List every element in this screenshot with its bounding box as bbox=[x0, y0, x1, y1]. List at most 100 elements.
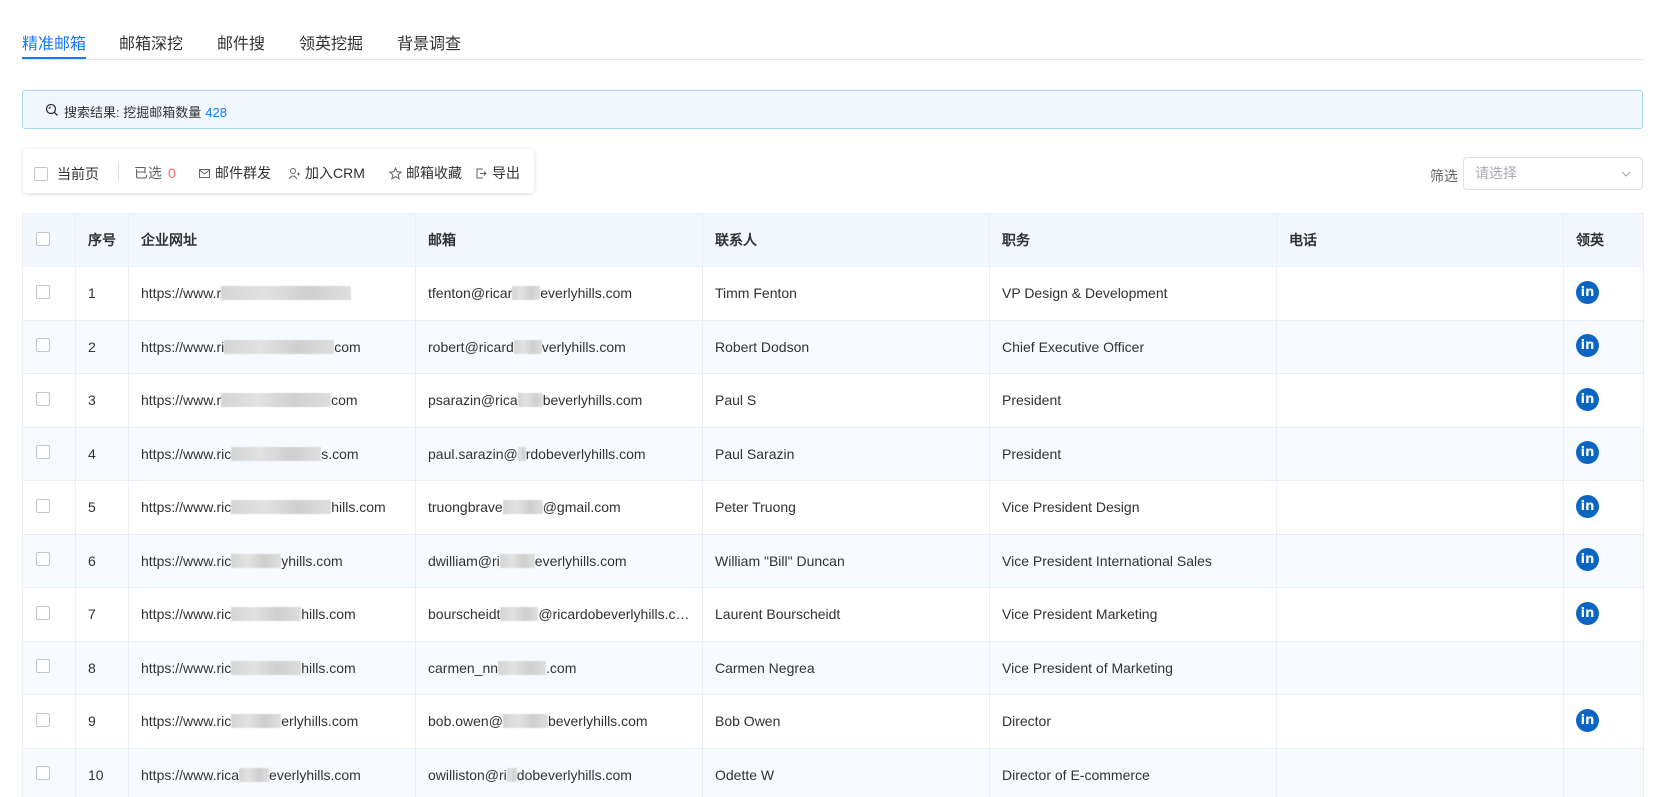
current-page-checkbox[interactable] bbox=[34, 167, 48, 181]
row-website[interactable]: https://www.r bbox=[128, 266, 416, 321]
row-email[interactable]: bob.owen@ beverlyhills.com bbox=[415, 694, 703, 749]
row-select[interactable] bbox=[22, 319, 76, 374]
filter-input[interactable] bbox=[1475, 165, 1615, 181]
row-linkedin[interactable]: in bbox=[1563, 694, 1644, 749]
row-select[interactable] bbox=[22, 533, 76, 588]
tab-linkedin-mining[interactable]: 领英挖掘 bbox=[299, 30, 363, 54]
linkedin-icon[interactable]: in bbox=[1576, 387, 1599, 411]
tab-email-deep-dig[interactable]: 邮箱深挖 bbox=[119, 30, 183, 54]
row-email[interactable]: dwilliam@ri everlyhills.com bbox=[415, 533, 703, 588]
row-index: 1 bbox=[75, 266, 129, 321]
row-website[interactable]: https://www.ric s.com bbox=[128, 426, 416, 481]
row-linkedin[interactable]: in bbox=[1563, 480, 1644, 535]
row-website[interactable]: https://www.ri com bbox=[128, 319, 416, 374]
row-select[interactable] bbox=[22, 640, 76, 695]
tab-mail-search[interactable]: 邮件搜 bbox=[217, 30, 265, 54]
email-results-table: 序号 企业网址 邮箱 联系人 职务 电话 领英 1 https://www.r tf… bbox=[22, 213, 1644, 797]
row-email[interactable]: psarazin@rica beverlyhills.com bbox=[415, 373, 703, 428]
mass-mail-button[interactable]: 邮件群发 bbox=[198, 163, 271, 183]
redacted-blur bbox=[517, 446, 526, 461]
row-select[interactable] bbox=[22, 480, 76, 535]
row-checkbox[interactable] bbox=[36, 605, 50, 620]
table-row[interactable]: 4 https://www.ric s.com paul.sarazin@ rdobev… bbox=[22, 426, 1644, 481]
row-linkedin[interactable]: in bbox=[1563, 587, 1644, 642]
row-contact: Timm Fenton bbox=[702, 266, 990, 321]
redacted-blur bbox=[231, 660, 302, 675]
redacted-blur bbox=[231, 607, 302, 622]
table-row[interactable]: 6 https://www.ric yhills.com dwilliam@ri eve… bbox=[22, 533, 1644, 588]
row-email[interactable]: tfenton@ricar everlyhills.com bbox=[415, 266, 703, 321]
table-row[interactable]: 8 https://www.ric hills.com carmen_nn .com Ca… bbox=[22, 640, 1644, 695]
row-checkbox[interactable] bbox=[36, 766, 50, 781]
row-email[interactable]: truongbrave @gmail.com bbox=[415, 480, 703, 535]
table-row[interactable]: 1 https://www.r tfenton@ricar everlyhills.c… bbox=[22, 266, 1644, 321]
row-website[interactable]: https://www.ric yhills.com bbox=[128, 533, 416, 588]
row-linkedin[interactable]: in bbox=[1563, 319, 1644, 374]
redacted-blur bbox=[498, 660, 547, 675]
favorite-email-button[interactable]: 邮箱收藏 bbox=[389, 163, 462, 183]
row-title: VP Design & Development bbox=[989, 266, 1277, 321]
linkedin-icon[interactable]: in bbox=[1576, 280, 1599, 304]
row-website[interactable]: https://www.ric hills.com bbox=[128, 480, 416, 535]
row-select[interactable] bbox=[22, 694, 76, 749]
table-row[interactable]: 9 https://www.ric erlyhills.com bob.owen@ be… bbox=[22, 694, 1644, 749]
row-website[interactable]: https://www.r com bbox=[128, 373, 416, 428]
row-email[interactable]: bourscheidt @ricardobeverlyhills.com bbox=[415, 587, 703, 642]
redacted-blur bbox=[231, 446, 322, 461]
row-select[interactable] bbox=[22, 587, 76, 642]
row-linkedin[interactable]: in bbox=[1563, 426, 1644, 481]
row-checkbox[interactable] bbox=[36, 498, 50, 513]
select-all-checkbox[interactable] bbox=[36, 231, 50, 246]
add-crm-button[interactable]: 加入CRM bbox=[288, 163, 365, 183]
row-select[interactable] bbox=[22, 373, 76, 428]
linkedin-icon[interactable]: in bbox=[1576, 441, 1599, 465]
row-checkbox[interactable] bbox=[36, 391, 50, 406]
row-contact: Paul Sarazin bbox=[702, 426, 990, 481]
tab-background-check[interactable]: 背景调查 bbox=[397, 30, 461, 54]
row-checkbox[interactable] bbox=[36, 712, 50, 727]
row-website[interactable]: https://www.ric hills.com bbox=[128, 640, 416, 695]
table-row[interactable]: 10 https://www.rica everlyhills.com owillis… bbox=[22, 747, 1644, 797]
row-website[interactable]: https://www.ric hills.com bbox=[128, 587, 416, 642]
header-linkedin: 领英 bbox=[1563, 213, 1644, 267]
row-select[interactable] bbox=[22, 747, 76, 797]
row-linkedin[interactable]: in bbox=[1563, 533, 1644, 588]
row-select[interactable] bbox=[22, 266, 76, 321]
linkedin-icon[interactable]: in bbox=[1576, 494, 1599, 518]
filter-select[interactable] bbox=[1463, 157, 1643, 190]
row-checkbox[interactable] bbox=[36, 659, 50, 674]
linkedin-icon[interactable]: in bbox=[1576, 548, 1599, 572]
row-email[interactable]: robert@ricard verlyhills.com bbox=[415, 319, 703, 374]
row-website[interactable]: https://www.ric erlyhills.com bbox=[128, 694, 416, 749]
tab-precise-email[interactable]: 精准邮箱 bbox=[22, 30, 86, 54]
row-linkedin[interactable]: in bbox=[1563, 373, 1644, 428]
row-linkedin[interactable]: in bbox=[1563, 266, 1644, 321]
row-checkbox[interactable] bbox=[36, 284, 50, 299]
row-website[interactable]: https://www.rica everlyhills.com bbox=[128, 747, 416, 797]
row-checkbox[interactable] bbox=[36, 445, 50, 460]
linkedin-icon[interactable]: in bbox=[1576, 334, 1599, 358]
row-email[interactable]: paul.sarazin@ rdobeverlyhills.com bbox=[415, 426, 703, 481]
select-current-page[interactable]: 当前页 bbox=[34, 164, 99, 184]
row-checkbox[interactable] bbox=[36, 338, 50, 353]
linkedin-icon[interactable]: in bbox=[1576, 708, 1599, 732]
chevron-down-icon bbox=[1621, 171, 1631, 177]
linkedin-icon[interactable]: in bbox=[1576, 601, 1599, 625]
header-title: 职务 bbox=[989, 213, 1277, 267]
row-checkbox[interactable] bbox=[36, 552, 50, 567]
row-email[interactable]: carmen_nn .com bbox=[415, 640, 703, 695]
header-website: 企业网址 bbox=[128, 213, 416, 267]
header-select-all[interactable] bbox=[22, 213, 76, 267]
website-visible-start: https://www.rica bbox=[141, 766, 240, 783]
export-button[interactable]: 导出 bbox=[475, 163, 520, 183]
table-row[interactable]: 7 https://www.ric hills.com bourscheidt @ric… bbox=[22, 587, 1644, 642]
redacted-blur bbox=[231, 500, 332, 515]
table-row[interactable]: 5 https://www.ric hills.com truongbrave @gma… bbox=[22, 480, 1644, 535]
row-email[interactable]: owilliston@ri dobeverlyhills.com bbox=[415, 747, 703, 797]
row-phone bbox=[1276, 266, 1564, 321]
table-row[interactable]: 3 https://www.r com psarazin@rica beverlyhil… bbox=[22, 373, 1644, 428]
redacted-blur bbox=[499, 553, 535, 568]
table-header-row: 序号 企业网址 邮箱 联系人 职务 电话 领英 bbox=[22, 213, 1644, 267]
row-select[interactable] bbox=[22, 426, 76, 481]
table-row[interactable]: 2 https://www.ri com robert@ricard verlyhill… bbox=[22, 319, 1644, 374]
